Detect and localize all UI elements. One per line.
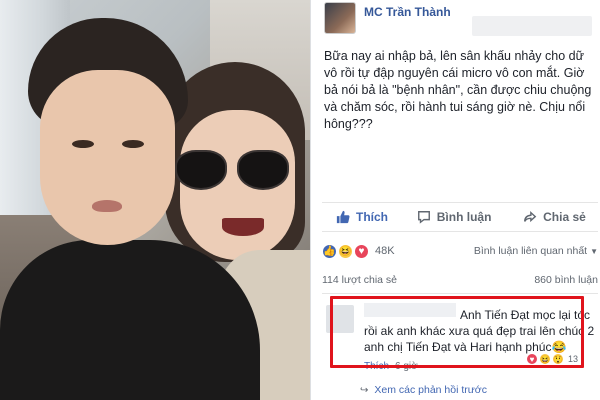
share-icon <box>524 211 537 223</box>
comment-sort-dropdown[interactable]: Bình luận liên quan nhất ▼ <box>474 245 598 257</box>
comment-label: Bình luận <box>436 210 492 224</box>
reply-arrow-icon: ↪ <box>360 384 369 396</box>
like-label: Thích <box>356 210 388 224</box>
like-button[interactable]: Thích <box>336 203 417 231</box>
post-header: MC Trần Thành <box>324 2 594 38</box>
post-photo[interactable] <box>0 0 310 400</box>
comment-count[interactable]: 860 bình luận <box>534 274 598 290</box>
share-button[interactable]: Chia sẻ <box>523 203 598 231</box>
share-count[interactable]: 114 lượt chia sẻ <box>322 274 397 290</box>
man-eye-right <box>122 140 144 148</box>
share-comment-stats: 114 lượt chia sẻ 860 bình luận <box>322 274 598 290</box>
post-body: Bữa nay ai nhập bả, lên sân khấu nhảy ch… <box>324 49 592 131</box>
thumbs-up-icon <box>336 210 350 224</box>
action-bar: Thích Bình luận Chia sẻ <box>322 202 598 232</box>
man-eye-left <box>72 140 94 148</box>
caret-down-icon: ▼ <box>590 246 598 256</box>
poster-name[interactable]: MC Trần Thành <box>364 5 451 19</box>
share-label: Chia sẻ <box>543 210 586 224</box>
man-face <box>40 70 175 245</box>
comment-sort-label: Bình luận liên quan nhất <box>473 245 588 257</box>
view-previous-replies[interactable]: ↪ Xem các phản hồi trước <box>360 384 487 396</box>
like-reaction-icon[interactable]: 👍 <box>322 243 337 259</box>
man-mouth <box>92 200 122 212</box>
love-reaction-icon[interactable]: ♥ <box>354 243 369 259</box>
woman-mouth <box>222 218 264 236</box>
divider <box>322 293 598 294</box>
haha-reaction-icon[interactable]: 😆 <box>338 243 353 259</box>
comment-button[interactable]: Bình luận <box>417 203 523 231</box>
blurred-meta <box>472 16 592 36</box>
view-previous-replies-label: Xem các phản hồi trước <box>374 384 487 396</box>
reaction-count[interactable]: 48K <box>375 245 395 257</box>
comment-icon <box>417 211 430 224</box>
sunglasses <box>175 150 295 194</box>
reactions-row: 👍 😆 ♥ 48K Bình luận liên quan nhất ▼ <box>322 240 598 262</box>
man-shirt <box>0 240 260 400</box>
highlight-box <box>330 296 584 368</box>
poster-avatar[interactable] <box>324 2 356 34</box>
